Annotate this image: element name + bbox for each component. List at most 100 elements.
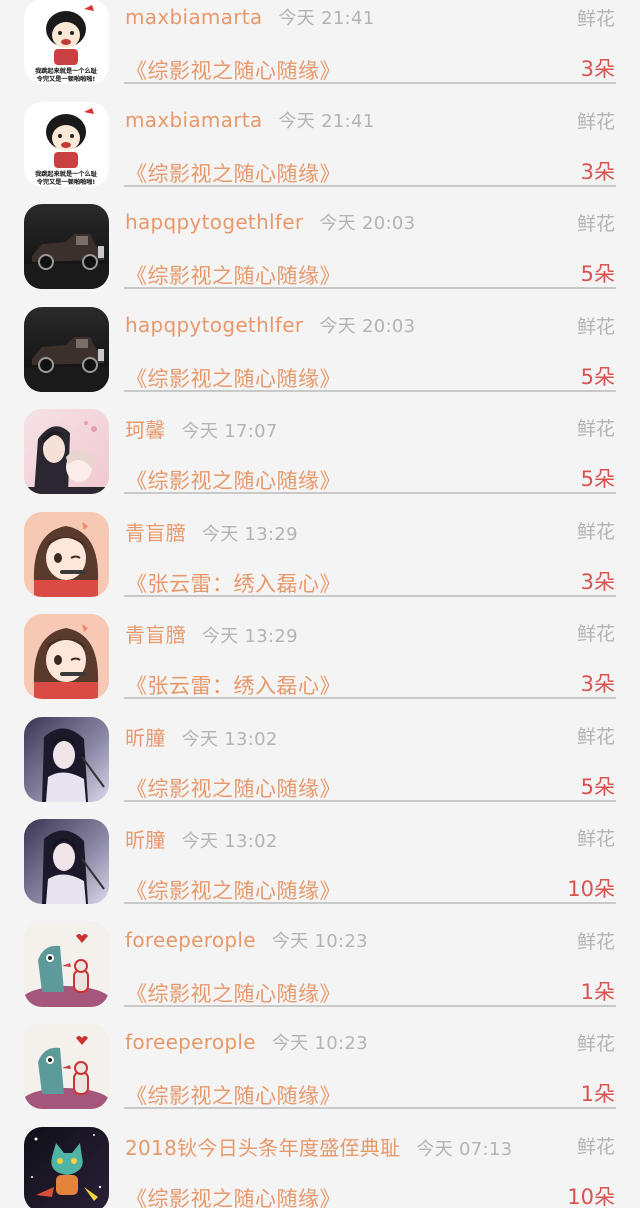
timestamp: 今天 10:23 bbox=[271, 1033, 368, 1054]
gift-type-label: 鲜花 bbox=[576, 1033, 615, 1055]
gift-record-row[interactable]: 我跳起来就是一个么耻 令完又是一顿啪啪啪! maxbiamarta 今天 21:4… bbox=[0, 101, 640, 205]
username-link[interactable]: 青盲膪 今天 13:29 bbox=[125, 517, 298, 546]
book-title-link[interactable]: 《综影视之随心随缘》 bbox=[126, 465, 341, 495]
timestamp: 今天 21:41 bbox=[278, 110, 375, 132]
gift-record-row[interactable]: hapqpytogethlfer 今天 20:03 鲜花 《综影视之随心随缘》 5… bbox=[0, 306, 640, 410]
gift-count: 3朵 bbox=[580, 159, 615, 184]
username-link[interactable]: maxbiamarta 今天 21:41 bbox=[125, 4, 374, 30]
anime-couple-icon[interactable] bbox=[24, 409, 109, 494]
username[interactable]: maxbiamarta bbox=[125, 108, 262, 132]
divider bbox=[124, 389, 616, 392]
book-title-link[interactable]: 《综影视之随心随缘》 bbox=[126, 363, 341, 393]
book-title-link[interactable]: 《综影视之随心随缘》 bbox=[126, 1183, 341, 1208]
divider bbox=[124, 697, 616, 699]
gift-type-label: 鲜花 bbox=[576, 520, 615, 543]
username[interactable]: 昕朣 bbox=[125, 828, 166, 852]
meme-face-icon[interactable]: 我跳起来就是一个么耻 令完又是一顿啪啪啪! bbox=[24, 101, 109, 187]
gift-record-row[interactable]: 珂馨 今天 17:07 鲜花 《综影视之随心随缘》 5朵 bbox=[0, 409, 640, 512]
gift-count: 5朵 bbox=[580, 364, 615, 389]
username[interactable]: hapqpytogethlfer bbox=[125, 313, 303, 337]
space-cat-icon[interactable] bbox=[24, 1126, 109, 1208]
username[interactable]: 青盲膪 bbox=[125, 521, 186, 545]
book-title-link[interactable]: 《张云雷：绣入磊心》 bbox=[126, 670, 341, 700]
username[interactable]: maxbiamarta bbox=[125, 5, 262, 29]
divider bbox=[124, 1107, 616, 1109]
gift-count: 10朵 bbox=[567, 1184, 615, 1208]
book-title-link[interactable]: 《张云雷：绣入磊心》 bbox=[126, 568, 341, 598]
username-link[interactable]: hapqpytogethlfer 今天 20:03 bbox=[125, 209, 415, 235]
gift-type-label: 鲜花 bbox=[576, 930, 615, 953]
gift-count: 3朵 bbox=[580, 569, 615, 594]
gift-type-label: 鲜花 bbox=[576, 623, 615, 645]
username-link[interactable]: 昕朣 今天 13:02 bbox=[125, 722, 278, 751]
vintage-car-icon[interactable] bbox=[24, 306, 109, 392]
gift-type-label: 鲜花 bbox=[576, 110, 615, 133]
divider bbox=[124, 1004, 616, 1007]
painted-lady-icon[interactable] bbox=[24, 716, 109, 802]
gift-record-row[interactable]: 2018钬今日头条年度盛侄典耻 今天 07:13 鲜花 《综影视之随心随缘》 10… bbox=[0, 1126, 640, 1208]
timestamp: 今天 17:07 bbox=[181, 421, 278, 442]
meme-face-icon[interactable]: 我跳起来就是一个么耻 令完又是一顿啪啪啪! bbox=[24, 0, 109, 84]
divider bbox=[124, 184, 616, 187]
vintage-car-icon[interactable] bbox=[24, 204, 109, 289]
username[interactable]: 昕朣 bbox=[125, 726, 166, 750]
book-title-link[interactable]: 《综影视之随心随缘》 bbox=[126, 55, 341, 85]
divider bbox=[124, 82, 616, 84]
timestamp: 今天 20:03 bbox=[319, 213, 416, 234]
book-title-link[interactable]: 《综影视之随心随缘》 bbox=[126, 260, 341, 290]
gift-count: 3朵 bbox=[580, 672, 615, 696]
divider bbox=[124, 902, 616, 904]
username[interactable]: 2018钬今日头条年度盛侄典耻 bbox=[125, 1136, 400, 1160]
gift-count: 1朵 bbox=[580, 979, 615, 1004]
username-link[interactable]: hapqpytogethlfer 今天 20:03 bbox=[125, 312, 415, 338]
divider bbox=[124, 287, 616, 289]
gift-type-label: 鲜花 bbox=[576, 418, 615, 440]
cartoon-dino-icon[interactable] bbox=[24, 921, 109, 1007]
timestamp: 今天 13:29 bbox=[201, 523, 298, 545]
gift-record-row[interactable]: foreeperople 今天 10:23 鲜花 《综影视之随心随缘》 1朵 bbox=[0, 921, 640, 1025]
username[interactable]: hapqpytogethlfer bbox=[125, 210, 303, 234]
svg-text:令完又是一顿啪啪啪!: 令完又是一顿啪啪啪! bbox=[36, 178, 96, 186]
gift-record-row[interactable]: 青盲膪 今天 13:29 鲜花 《张云雷：绣入磊心》 3朵 bbox=[0, 614, 640, 717]
gift-count: 10朵 bbox=[567, 877, 615, 901]
username[interactable]: 珂馨 bbox=[125, 418, 166, 442]
book-title-link[interactable]: 《综影视之随心随缘》 bbox=[126, 978, 341, 1008]
timestamp: 今天 13:02 bbox=[181, 831, 278, 852]
gift-count: 5朵 bbox=[580, 467, 615, 491]
gift-type-label: 鲜花 bbox=[576, 725, 615, 748]
book-title-link[interactable]: 《综影视之随心随缘》 bbox=[126, 1080, 341, 1110]
gift-record-row[interactable]: 我跳起来就是一个么耻 令完又是一顿啪啪啪! maxbiamarta 今天 21:4… bbox=[0, 0, 640, 102]
gift-record-row[interactable]: 昕朣 今天 13:02 鲜花 《综影视之随心随缘》 10朵 bbox=[0, 819, 640, 922]
anime-girl-icon[interactable] bbox=[24, 511, 109, 597]
username-link[interactable]: 青盲膪 今天 13:29 bbox=[125, 619, 298, 648]
gift-count: 5朵 bbox=[580, 262, 615, 286]
anime-girl-icon[interactable] bbox=[24, 614, 109, 699]
username-link[interactable]: 2018钬今日头条年度盛侄典耻 今天 07:13 bbox=[125, 1132, 512, 1161]
timestamp: 今天 07:13 bbox=[416, 1138, 513, 1160]
book-title-link[interactable]: 《综影视之随心随缘》 bbox=[126, 773, 341, 803]
username-link[interactable]: foreeperople 今天 10:23 bbox=[125, 927, 368, 953]
username-link[interactable]: 珂馨 今天 17:07 bbox=[125, 414, 278, 443]
painted-lady-icon[interactable] bbox=[24, 819, 109, 904]
book-title-link[interactable]: 《综影视之随心随缘》 bbox=[126, 875, 341, 905]
book-title-link[interactable]: 《综影视之随心随缘》 bbox=[126, 158, 341, 188]
username[interactable]: foreeperople bbox=[125, 1030, 256, 1054]
username-link[interactable]: foreeperople 今天 10:23 bbox=[125, 1029, 368, 1055]
gift-count: 1朵 bbox=[580, 1082, 615, 1106]
gift-record-row[interactable]: 昕朣 今天 13:02 鲜花 《综影视之随心随缘》 5朵 bbox=[0, 716, 640, 820]
cartoon-dino-icon[interactable] bbox=[24, 1024, 109, 1109]
username-link[interactable]: maxbiamarta 今天 21:41 bbox=[125, 107, 374, 133]
gift-record-row[interactable]: hapqpytogethlfer 今天 20:03 鲜花 《综影视之随心随缘》 5… bbox=[0, 204, 640, 307]
gift-type-label: 鲜花 bbox=[576, 8, 615, 30]
gift-type-label: 鲜花 bbox=[576, 1135, 615, 1158]
gift-record-row[interactable]: foreeperople 今天 10:23 鲜花 《综影视之随心随缘》 1朵 bbox=[0, 1024, 640, 1127]
gift-record-row[interactable]: 青盲膪 今天 13:29 鲜花 《张云雷：绣入磊心》 3朵 bbox=[0, 511, 640, 615]
username[interactable]: foreeperople bbox=[125, 928, 256, 952]
timestamp: 今天 13:29 bbox=[201, 626, 298, 647]
username[interactable]: 青盲膪 bbox=[125, 623, 186, 647]
divider bbox=[124, 492, 616, 494]
username-link[interactable]: 昕朣 今天 13:02 bbox=[125, 824, 278, 853]
gift-type-label: 鲜花 bbox=[576, 315, 615, 338]
svg-text:我跳起来就是一个么耻: 我跳起来就是一个么耻 bbox=[35, 67, 98, 75]
gift-count: 3朵 bbox=[580, 57, 615, 81]
